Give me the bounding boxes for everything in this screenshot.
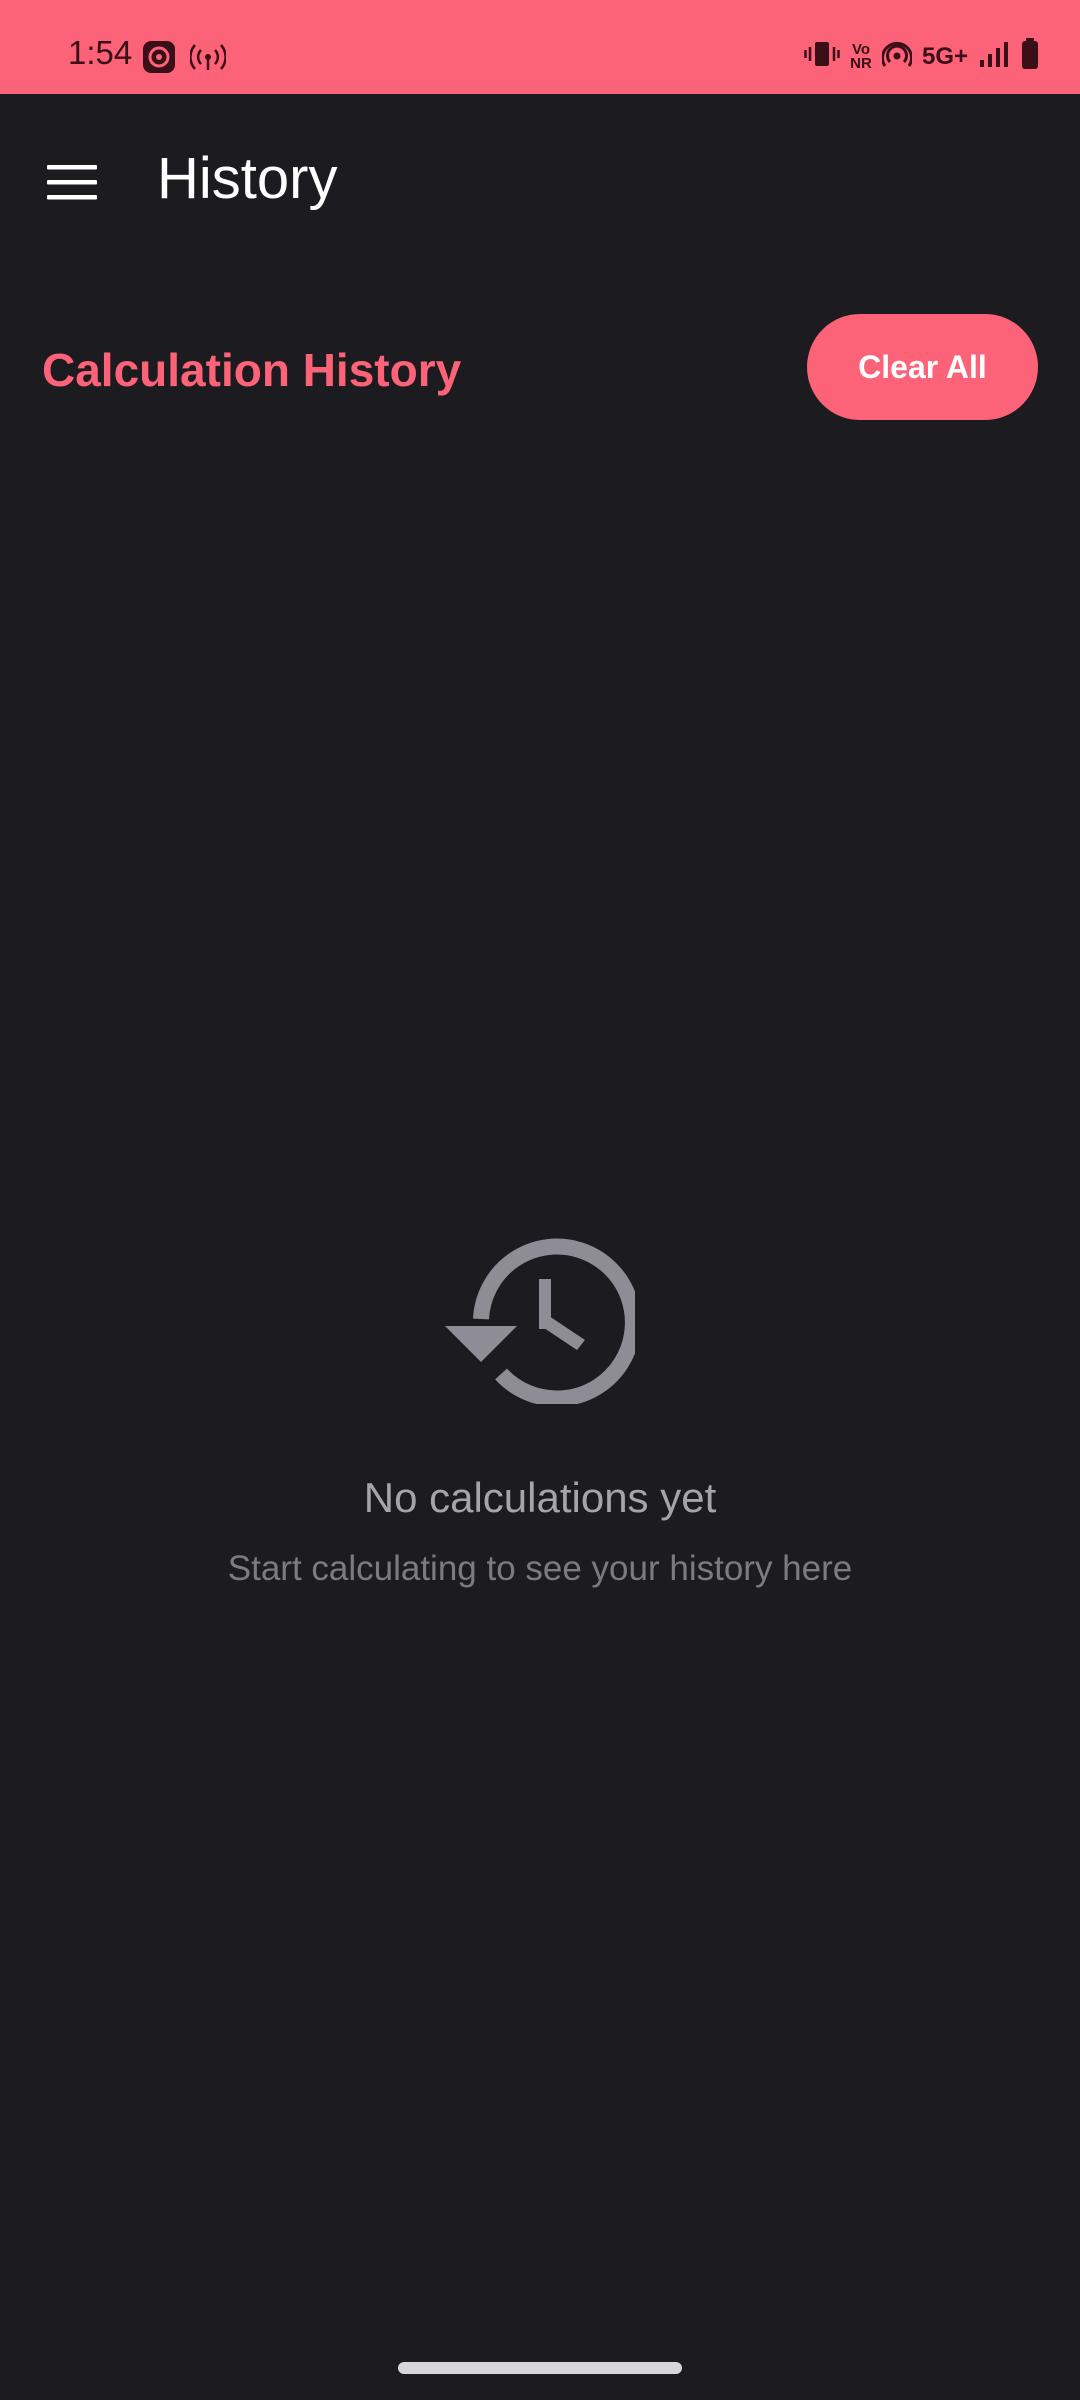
camera-notification-icon — [142, 40, 176, 79]
section-title: Calculation History — [42, 344, 462, 396]
volte-indicator: Vo NR — [850, 40, 872, 72]
vibrate-icon — [804, 40, 840, 73]
section-header: Calculation History Clear All — [0, 314, 1080, 420]
wireless-signal-icon — [880, 40, 913, 73]
battery-icon — [1020, 38, 1040, 75]
status-right-icons: Vo NR 5G+ — [804, 38, 1040, 75]
page-title: History — [157, 146, 338, 211]
cell-signal-icon — [978, 40, 1010, 73]
hotspot-icon — [189, 43, 227, 76]
network-type: 5G+ — [921, 42, 968, 70]
hamburger-menu-icon — [47, 163, 99, 208]
empty-state-title: No calculations yet — [363, 1474, 717, 1521]
empty-state: No calculations yet Start calculating to… — [0, 1234, 1080, 1590]
gesture-navigation-bar[interactable] — [398, 2362, 682, 2374]
app-bar: History — [0, 94, 1080, 264]
empty-state-subtitle: Start calculating to see your history he… — [227, 1549, 853, 1588]
status-bar: 1:54 Vo NR 5G+ — [0, 0, 1080, 94]
history-icon — [0, 1234, 1080, 1404]
status-time: 1:54 — [68, 34, 133, 71]
status-left-icons — [142, 40, 227, 79]
menu-button[interactable] — [32, 144, 114, 226]
clear-all-button[interactable]: Clear All — [807, 314, 1038, 420]
